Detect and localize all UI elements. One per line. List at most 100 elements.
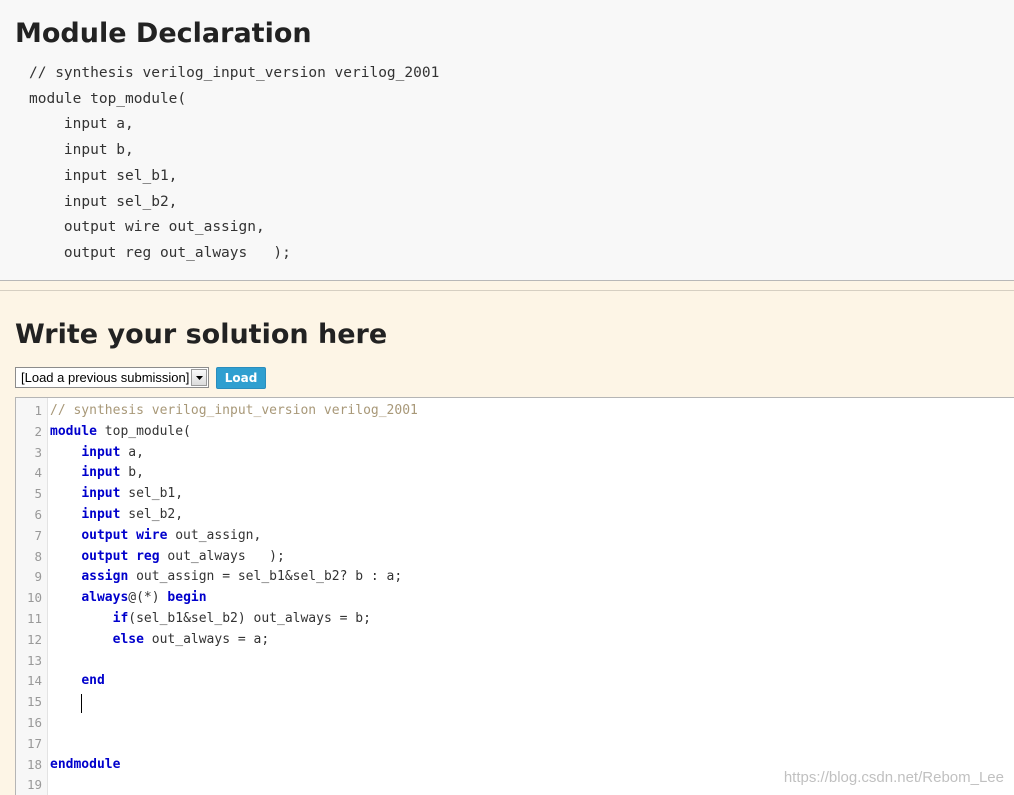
line-code[interactable]: input sel_b2, [50, 505, 183, 526]
code-token: sel_b1, [120, 486, 184, 502]
code-editor[interactable]: 1 // synthesis verilog_input_version veri… [15, 397, 1014, 795]
declaration-code-line: input sel_b2, [29, 193, 178, 210]
editor-line[interactable]: 17 [16, 734, 1014, 755]
keyword-token: if [112, 610, 129, 626]
code-token: a, [120, 444, 144, 460]
line-number: 2 [34, 423, 42, 439]
editor-line[interactable]: 14 end [16, 671, 1014, 692]
declaration-code-line: input sel_b1, [29, 167, 178, 184]
line-number: 7 [34, 527, 42, 543]
line-code[interactable]: input a, [50, 443, 144, 464]
line-number: 6 [34, 506, 42, 522]
editor-line[interactable]: 3 input a, [16, 443, 1014, 464]
line-number: 11 [26, 610, 42, 626]
code-token: @(*) [128, 590, 168, 606]
editor-line[interactable]: 5 input sel_b1, [16, 484, 1014, 505]
module-declaration-section: Module Declaration // synthesis verilog_… [0, 0, 1014, 281]
line-code[interactable]: assign out_assign = sel_b1&sel_b2? b : a… [50, 567, 402, 588]
code-token: (sel_b1&sel_b2) out_always = b; [128, 610, 371, 626]
line-number: 10 [26, 590, 42, 606]
declaration-code-line: output reg out_always ); [29, 244, 291, 261]
line-code[interactable]: input sel_b1, [50, 484, 183, 505]
line-code[interactable]: endmodule [50, 755, 120, 776]
watermark: https://blog.csdn.net/Rebom_Lee [783, 769, 1004, 786]
declaration-code: // synthesis verilog_input_version veril… [29, 61, 439, 267]
code-token: top_module( [96, 423, 191, 439]
line-number: 8 [34, 548, 42, 564]
editor-line[interactable]: 2 module top_module( [16, 422, 1014, 443]
chevron-down-icon[interactable] [191, 369, 207, 386]
editor-line[interactable]: 8 output reg out_always ); [16, 547, 1014, 568]
code-token: b, [120, 465, 144, 481]
editor-lines[interactable]: 1 // synthesis verilog_input_version veri… [16, 401, 1014, 795]
keyword-token: begin [167, 590, 207, 606]
editor-line[interactable]: 11 if(sel_b1&sel_b2) out_always = b; [16, 609, 1014, 630]
line-number: 5 [34, 486, 42, 502]
previous-submission-select[interactable]: [Load a previous submission] [15, 367, 209, 388]
line-code[interactable]: end [50, 671, 105, 692]
declaration-code-line: // synthesis verilog_input_version veril… [29, 65, 440, 81]
previous-submission-select-value: [Load a previous submission] [21, 370, 190, 385]
line-code[interactable]: // synthesis verilog_input_version veril… [50, 401, 418, 422]
line-number: 17 [26, 735, 42, 751]
submission-toolbar: [Load a previous submission] Load [15, 366, 266, 389]
keyword-token: input [81, 486, 121, 502]
editor-line[interactable]: 9 assign out_assign = sel_b1&sel_b2? b :… [16, 567, 1014, 588]
code-token: out_assign = sel_b1&sel_b2? b : a; [128, 569, 403, 585]
line-number: 12 [26, 631, 42, 647]
line-number: 19 [26, 777, 42, 793]
line-number: 9 [34, 569, 42, 585]
editor-line[interactable]: 1 // synthesis verilog_input_version veri… [16, 401, 1014, 422]
declaration-heading: Module Declaration [15, 18, 312, 49]
declaration-code-line: output wire out_assign, [29, 219, 265, 236]
keyword-token: endmodule [50, 756, 121, 772]
keyword-token: output wire [81, 527, 168, 543]
line-code[interactable]: always@(*) begin [50, 588, 207, 609]
line-number: 3 [34, 444, 42, 460]
line-number: 4 [34, 465, 42, 481]
line-code[interactable]: else out_always = a; [50, 630, 270, 651]
editor-line[interactable]: 4 input b, [16, 463, 1014, 484]
line-code[interactable]: output reg out_always ); [50, 547, 285, 568]
keyword-token: input [81, 444, 121, 460]
line-number: 15 [26, 694, 42, 710]
code-token: sel_b2, [120, 506, 184, 522]
line-code[interactable]: if(sel_b1&sel_b2) out_always = b; [50, 609, 371, 630]
line-code[interactable]: input b, [50, 463, 144, 484]
line-number: 1 [34, 403, 42, 418]
keyword-token: output reg [81, 548, 160, 564]
declaration-code-line: input b, [29, 142, 134, 159]
line-code[interactable]: module top_module( [50, 422, 191, 443]
code-token: out_always = a; [143, 631, 270, 647]
editor-line[interactable]: 16 [16, 713, 1014, 734]
keyword-token: assign [81, 569, 129, 585]
keyword-token: end [81, 673, 105, 689]
comment-token: // synthesis verilog_input_version veril… [50, 403, 418, 418]
load-button[interactable]: Load [216, 366, 266, 389]
declaration-code-line: input a, [29, 116, 134, 133]
editor-line[interactable]: 15 [16, 692, 1014, 713]
editor-line[interactable]: 7 output wire out_assign, [16, 526, 1014, 547]
line-number: 18 [26, 756, 42, 772]
keyword-token: else [112, 631, 144, 647]
line-code[interactable]: output wire out_assign, [50, 526, 261, 547]
editor-line[interactable]: 10 always@(*) begin [16, 588, 1014, 609]
editor-line[interactable]: 12 else out_always = a; [16, 630, 1014, 651]
keyword-token: module [50, 423, 97, 439]
editor-line[interactable]: 13 [16, 651, 1014, 672]
line-number: 16 [26, 714, 42, 730]
keyword-token: input [81, 506, 121, 522]
solution-heading: Write your solution here [15, 319, 388, 350]
editor-line[interactable]: 6 input sel_b2, [16, 505, 1014, 526]
code-token: out_assign, [167, 527, 262, 543]
